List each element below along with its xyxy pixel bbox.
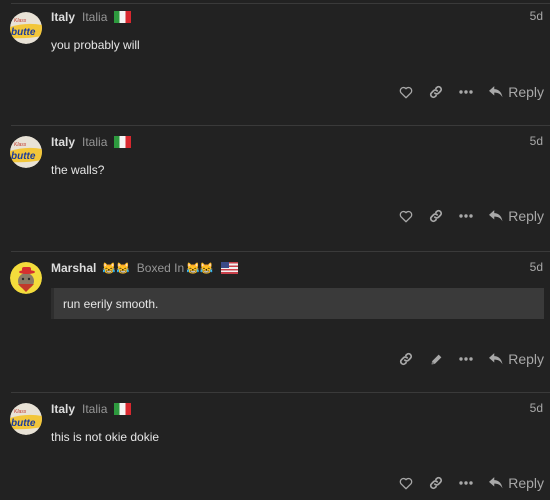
copy-link-button[interactable] (421, 206, 451, 226)
heart-icon (399, 86, 413, 98)
italy-flag-icon (114, 11, 132, 23)
full-name: Italia (82, 135, 108, 149)
reply-button[interactable]: Reply (489, 208, 544, 224)
svg-text:Klass: Klass (14, 409, 27, 415)
post-date[interactable]: 5d (530, 401, 543, 415)
post-meta: Marshal 😹😹 Boxed In 😹😹 (51, 260, 238, 276)
post-actions: Reply (391, 473, 544, 493)
post-date[interactable]: 5d (530, 260, 543, 274)
full-name: Boxed In (136, 261, 185, 275)
post-3: Marshal 😹😹 Boxed In 😹😹 5d run eerily smo… (0, 252, 550, 392)
butter-avatar-icon: Klass butte (10, 136, 42, 168)
heart-icon (399, 210, 413, 222)
full-name: Italia (82, 10, 108, 24)
cowboy-cat-avatar-icon (10, 262, 42, 294)
link-icon (400, 352, 413, 366)
username[interactable]: Marshal (51, 261, 96, 275)
ellipsis-icon (459, 357, 473, 361)
ellipsis-icon (459, 481, 473, 485)
username[interactable]: Italy (51, 402, 75, 416)
heart-icon (399, 477, 413, 489)
avatar-italy[interactable]: Klass butte (10, 12, 42, 44)
like-button[interactable] (391, 82, 421, 102)
svg-text:butte: butte (11, 418, 36, 429)
link-icon (430, 85, 443, 99)
post-date[interactable]: 5d (530, 9, 543, 23)
cat-tears-emoji-icon: 😹😹 (186, 262, 214, 275)
cat-tears-emoji-icon: 😹😹 (102, 262, 130, 275)
post-1: Klass butte Italy Italia 5d you probably… (0, 0, 550, 115)
quote-block: run eerily smooth. (51, 288, 544, 319)
butter-avatar-icon: Klass butte (10, 403, 42, 435)
more-button[interactable] (451, 82, 481, 102)
ellipsis-icon (459, 214, 473, 218)
post-date[interactable]: 5d (530, 134, 543, 148)
copy-link-button[interactable] (421, 82, 451, 102)
post-body: you probably will (51, 38, 140, 52)
reply-arrow-icon (489, 353, 503, 365)
us-flag-icon (220, 262, 238, 274)
reply-label: Reply (508, 351, 544, 367)
reply-arrow-icon (489, 477, 503, 489)
post-meta: Italy Italia (51, 9, 132, 25)
edit-button[interactable] (421, 349, 451, 369)
link-icon (430, 209, 443, 223)
reply-button[interactable]: Reply (489, 475, 544, 491)
reply-button[interactable]: Reply (489, 84, 544, 100)
reply-arrow-icon (489, 86, 503, 98)
post-actions: Reply (391, 82, 544, 102)
post-actions: Reply (391, 349, 544, 369)
avatar-italy[interactable]: Klass butte (10, 403, 42, 435)
pencil-icon (431, 354, 442, 364)
reply-label: Reply (508, 475, 544, 491)
svg-text:Klass: Klass (14, 142, 27, 148)
reply-label: Reply (508, 208, 544, 224)
italy-flag-icon (114, 136, 132, 148)
butter-avatar-icon: Klass butte (10, 12, 42, 44)
like-button[interactable] (391, 473, 421, 493)
more-button[interactable] (451, 473, 481, 493)
copy-link-button[interactable] (391, 349, 421, 369)
username[interactable]: Italy (51, 135, 75, 149)
link-icon (430, 476, 443, 490)
post-meta: Italy Italia (51, 401, 132, 417)
post-4: Klass butte Italy Italia 5d this is not … (0, 393, 550, 500)
avatar-marshal[interactable] (10, 262, 42, 294)
svg-text:Klass: Klass (14, 18, 27, 24)
ellipsis-icon (459, 90, 473, 94)
reply-button[interactable]: Reply (489, 351, 544, 367)
copy-link-button[interactable] (421, 473, 451, 493)
more-button[interactable] (451, 206, 481, 226)
more-button[interactable] (451, 349, 481, 369)
quote-text: run eerily smooth. (63, 296, 159, 311)
like-button[interactable] (391, 206, 421, 226)
post-meta: Italy Italia (51, 134, 132, 150)
italy-flag-icon (114, 403, 132, 415)
avatar-italy[interactable]: Klass butte (10, 136, 42, 168)
full-name: Italia (82, 402, 108, 416)
username[interactable]: Italy (51, 10, 75, 24)
post-actions: Reply (391, 206, 544, 226)
post-body: the walls? (51, 163, 105, 177)
svg-text:butte: butte (11, 151, 36, 162)
svg-text:butte: butte (11, 27, 36, 38)
post-2: Klass butte Italy Italia 5d the walls? R… (0, 126, 550, 251)
reply-arrow-icon (489, 210, 503, 222)
post-body: this is not okie dokie (51, 430, 160, 444)
reply-label: Reply (508, 84, 544, 100)
